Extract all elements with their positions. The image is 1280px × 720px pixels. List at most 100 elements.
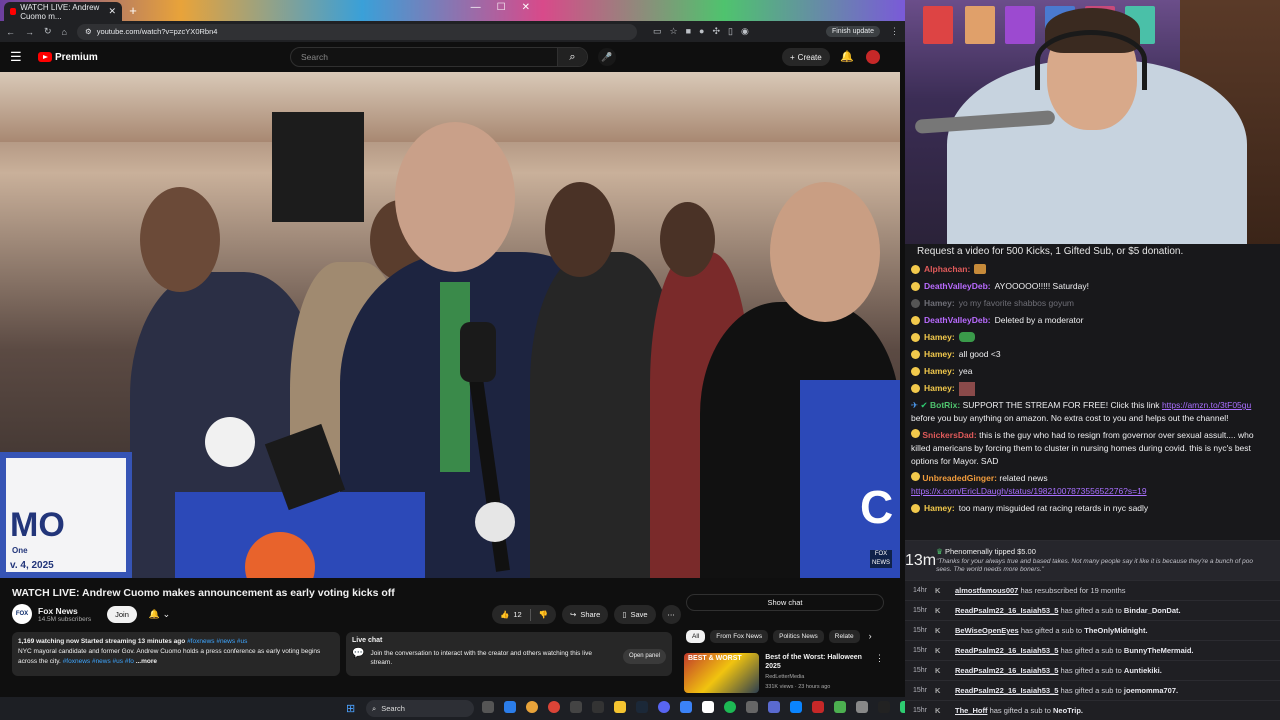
puzzle-icon[interactable]: ✣: [712, 26, 720, 37]
spotify-icon[interactable]: [724, 701, 736, 713]
create-button[interactable]: + Create: [782, 48, 830, 66]
chat-username[interactable]: Hamey:: [924, 500, 955, 517]
app-icon[interactable]: [680, 701, 692, 713]
chat-username[interactable]: Hamey:: [924, 295, 955, 312]
extension-icon[interactable]: ●: [699, 26, 704, 37]
event-user[interactable]: ReadPsalm22_16_Isaiah53_5: [955, 646, 1058, 655]
video-player[interactable]: MO One v. 4, 2025 C FOX NEWS: [0, 72, 900, 578]
chat-link[interactable]: https://x.com/EricLDaugh/status/19821007…: [911, 486, 1147, 496]
forward-icon[interactable]: →: [25, 27, 34, 37]
chat-link[interactable]: https://amzn.to/3tF05gu: [1162, 400, 1251, 410]
steam-icon[interactable]: [636, 701, 648, 713]
event-user[interactable]: ReadPsalm22_16_Isaiah53_5: [955, 666, 1058, 675]
notifications-bell-icon[interactable]: 🔔: [840, 50, 854, 63]
app-icon[interactable]: [834, 701, 846, 713]
edge-icon[interactable]: [504, 701, 516, 713]
channel-avatar[interactable]: FOX: [12, 604, 32, 624]
app-icon[interactable]: [878, 701, 890, 713]
show-chat-button[interactable]: Show chat: [686, 594, 884, 611]
account-avatar[interactable]: [866, 50, 880, 64]
site-info-icon[interactable]: ⚙: [85, 27, 92, 36]
chat-username[interactable]: UnbreadedGinger:: [922, 473, 997, 483]
back-icon[interactable]: ←: [6, 27, 15, 37]
more-actions-icon[interactable]: ⋯: [661, 605, 681, 624]
browser-menu-icon[interactable]: ⋮: [890, 26, 899, 37]
recommended-title[interactable]: Best of the Worst: Halloween 2025: [765, 653, 869, 671]
event-user[interactable]: The_Hoff: [955, 706, 988, 715]
folder-icon[interactable]: [614, 701, 626, 713]
app-icon[interactable]: [812, 701, 824, 713]
description-tags[interactable]: #foxnews #news #us: [187, 638, 247, 645]
app-icon[interactable]: [592, 701, 604, 713]
thumbs-down-icon[interactable]: 👎: [539, 610, 548, 619]
hamburger-menu-icon[interactable]: ☰: [10, 49, 30, 65]
open-panel-button[interactable]: Open panel: [622, 649, 666, 664]
close-window-icon[interactable]: ✕: [522, 2, 530, 13]
recommended-thumbnail[interactable]: BEST & WORST: [684, 653, 760, 693]
task-view-icon[interactable]: [482, 701, 494, 713]
app-icon[interactable]: [702, 701, 714, 713]
browser-tab[interactable]: WATCH LIVE: Andrew Cuomo m... ✕: [4, 2, 122, 21]
search-input[interactable]: Search: [291, 52, 557, 62]
event-user[interactable]: ReadPsalm22_16_Isaiah53_5: [955, 606, 1058, 615]
chat-text: yo my favorite shabbos goyum: [958, 298, 1074, 308]
tip-amount: $5.00: [1017, 547, 1036, 556]
taskbar-search[interactable]: ⌕ Search: [366, 700, 474, 717]
windows-start-icon[interactable]: ⊞: [346, 702, 355, 715]
app-icon[interactable]: [790, 701, 802, 713]
chat-username[interactable]: Alphachan:: [924, 261, 970, 278]
tip-quote: "Thanks for your always true and based t…: [936, 558, 1253, 573]
chip-politics-news[interactable]: Politics News: [773, 630, 824, 643]
minimize-icon[interactable]: —: [471, 2, 481, 13]
finish-update-button[interactable]: Finish update: [825, 26, 880, 37]
url-field[interactable]: ⚙ youtube.com/watch?v=pzcYX0Rbn4: [76, 23, 637, 40]
tip-user[interactable]: Phenomenally: [945, 547, 993, 556]
chat-username[interactable]: DeathValleyDeb:: [924, 278, 991, 295]
home-icon[interactable]: ⌂: [62, 27, 67, 37]
share-button[interactable]: ↪ Share: [562, 605, 609, 624]
chat-username[interactable]: BotRix:: [930, 400, 960, 410]
event-user[interactable]: BeWiseOpenEyes: [955, 626, 1019, 635]
extension-icon[interactable]: ■: [686, 26, 691, 37]
chat-username[interactable]: DeathValleyDeb:: [924, 312, 991, 329]
sidebar-icon[interactable]: ▯: [728, 26, 733, 37]
recommended-menu-icon[interactable]: ⋮: [875, 653, 884, 693]
chat-username[interactable]: Hamey:: [924, 380, 955, 397]
app-icon[interactable]: [856, 701, 868, 713]
discord-icon[interactable]: [658, 701, 670, 713]
cast-icon[interactable]: ▭: [653, 26, 662, 37]
tab-close-icon[interactable]: ✕: [108, 6, 116, 17]
description-tags[interactable]: #foxnews #news #us #fo: [63, 658, 134, 665]
event-user[interactable]: almostfamous007: [955, 586, 1018, 595]
app-icon[interactable]: [746, 701, 758, 713]
chat-username[interactable]: Hamey:: [924, 329, 955, 346]
subscribed-bell-icon[interactable]: 🔔 ⌄: [149, 609, 170, 620]
chat-username[interactable]: Hamey:: [924, 363, 955, 380]
bookmark-star-icon[interactable]: ☆: [670, 26, 678, 37]
join-button[interactable]: Join: [107, 605, 137, 623]
app-icon[interactable]: [570, 701, 582, 713]
recommended-video[interactable]: BEST & WORST Best of the Worst: Hallowee…: [684, 653, 884, 693]
event-user[interactable]: ReadPsalm22_16_Isaiah53_5: [955, 686, 1058, 695]
description-box[interactable]: 1,169 watching now Started streaming 13 …: [12, 632, 340, 676]
like-button[interactable]: 👍 12 👎: [492, 605, 557, 624]
reload-icon[interactable]: ↻: [44, 26, 52, 37]
save-button[interactable]: ▯ Save: [614, 605, 656, 624]
chip-related[interactable]: Relate: [828, 630, 860, 643]
app-icon[interactable]: [768, 701, 780, 713]
chrome-icon[interactable]: [526, 701, 538, 713]
maximize-icon[interactable]: ☐: [497, 2, 506, 13]
youtube-logo[interactable]: Premium: [38, 52, 98, 63]
channel-name[interactable]: Fox News: [38, 606, 91, 616]
chrome-alt-icon[interactable]: [548, 701, 560, 713]
chip-all[interactable]: All: [686, 630, 706, 643]
search-icon[interactable]: ⌕: [557, 48, 587, 66]
chip-from-fox-news[interactable]: From Fox News: [710, 630, 769, 643]
more-link[interactable]: ...more: [136, 658, 157, 665]
new-tab-button[interactable]: +: [126, 4, 140, 18]
profile-icon[interactable]: ◉: [741, 26, 749, 37]
chevron-right-icon[interactable]: ›: [869, 630, 872, 643]
chat-username[interactable]: Hamey:: [924, 346, 955, 363]
chat-username[interactable]: SnickersDad:: [922, 430, 976, 440]
voice-search-icon[interactable]: 🎤: [598, 48, 616, 66]
